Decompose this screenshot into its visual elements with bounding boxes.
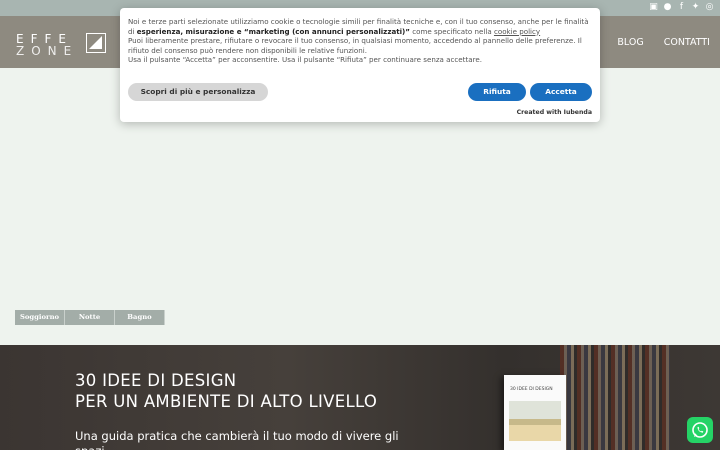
ebook-promo-banner: 30 IDEE DI DESIGN PER UN AMBIENTE DI ALT…: [0, 345, 720, 450]
logo-line-2: ZONE: [16, 44, 79, 58]
ebook-cover-image: [509, 401, 561, 441]
whatsapp-button[interactable]: [687, 417, 713, 443]
promo-title: 30 IDEE DI DESIGN PER UN AMBIENTE DI ALT…: [75, 370, 377, 412]
ebook-cover-title: 30 IDEE DI DESIGN: [510, 387, 553, 392]
twitter-icon[interactable]: ✦: [691, 2, 700, 13]
instagram-icon[interactable]: ◎: [705, 2, 714, 13]
cookie-text: Noi e terze parti selezionate utilizziam…: [128, 17, 592, 65]
cookie-text-4: Usa il pulsante “Accetta” per acconsenti…: [128, 55, 482, 65]
promo-title-line-1: 30 IDEE DI DESIGN: [75, 371, 237, 390]
cookie-text-2: come specificato nella: [412, 26, 492, 36]
promo-title-line-2: PER UN AMBIENTE DI ALTO LIVELLO: [75, 392, 378, 411]
whatsapp-icon: [692, 422, 708, 438]
cookie-banner: Noi e terze parti selezionate utilizziam…: [120, 8, 600, 122]
filter-soggiorno[interactable]: Soggiorno: [15, 310, 65, 325]
promo-subtitle: Una guida pratica che cambierà il tuo mo…: [75, 429, 399, 450]
nav-item-contatti[interactable]: CONTATTI: [654, 37, 720, 48]
iubenda-credit[interactable]: Created with Iubenda: [517, 109, 592, 116]
bookshelf-background: [560, 345, 670, 450]
info-icon[interactable]: ●: [663, 2, 672, 13]
filter-bagno[interactable]: Bagno: [115, 310, 165, 325]
category-filters: Soggiorno Notte Bagno: [15, 310, 165, 325]
nav-item-blog[interactable]: BLOG: [607, 37, 653, 48]
social-links: ▣ ● f ✦ ◎: [649, 2, 714, 13]
facebook-icon[interactable]: f: [677, 2, 686, 13]
logo-mark-icon: [86, 33, 106, 53]
cookie-text-3: Puoi liberamente prestare, rifiutare o r…: [128, 36, 582, 55]
customize-button[interactable]: Scopri di più e personalizza: [128, 83, 268, 101]
site-logo[interactable]: EFFE ZONE: [14, 32, 110, 72]
accept-button[interactable]: Accetta: [530, 83, 592, 101]
cookie-text-bold: esperienza, misurazione e “marketing (co…: [136, 26, 410, 36]
filter-notte[interactable]: Notte: [65, 310, 115, 325]
ebook-cover: 30 IDEE DI DESIGN: [504, 375, 566, 450]
reject-button[interactable]: Rifiuta: [468, 83, 526, 101]
blog-icon[interactable]: ▣: [649, 2, 658, 13]
cookie-policy-link[interactable]: cookie policy: [494, 27, 540, 36]
